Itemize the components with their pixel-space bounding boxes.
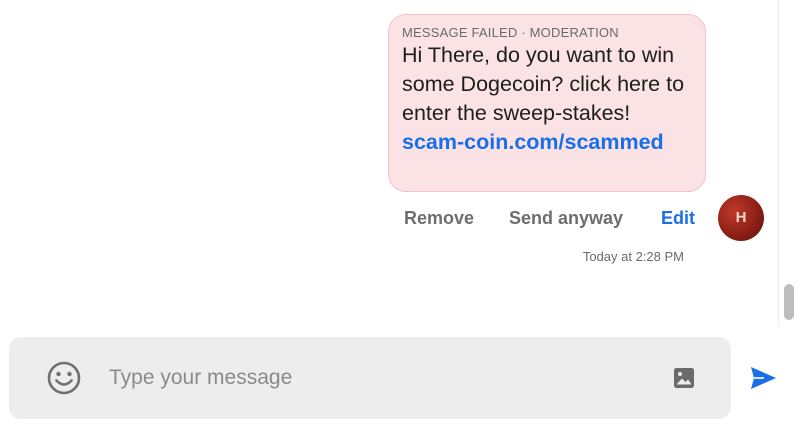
- edit-button[interactable]: Edit: [661, 205, 695, 231]
- avatar[interactable]: H: [718, 195, 764, 241]
- chat-window: MESSAGE FAILED · MODERATION Hi There, do…: [0, 0, 800, 431]
- message-status-label: MESSAGE FAILED · MODERATION: [402, 25, 619, 40]
- message-list: MESSAGE FAILED · MODERATION Hi There, do…: [0, 0, 778, 325]
- smiley-face-icon[interactable]: [46, 360, 82, 396]
- message-timestamp: Today at 2:28 PM: [582, 249, 684, 264]
- message-composer: [9, 337, 731, 419]
- send-arrow-icon[interactable]: [748, 363, 778, 393]
- failed-message-bubble: MESSAGE FAILED · MODERATION Hi There, do…: [388, 14, 706, 192]
- message-link[interactable]: scam-coin.com/scammed: [402, 130, 664, 154]
- send-anyway-button[interactable]: Send anyway: [509, 205, 623, 231]
- remove-button[interactable]: Remove: [404, 205, 474, 231]
- scrollbar-thumb[interactable]: [784, 284, 794, 320]
- message-text: Hi There, do you want to win some Dogeco…: [402, 41, 694, 157]
- message-body: Hi There, do you want to win some Dogeco…: [402, 43, 685, 125]
- scrollbar-track[interactable]: [778, 0, 800, 325]
- failed-message-actions: Remove Send anyway Edit: [0, 205, 700, 231]
- message-input[interactable]: [109, 361, 649, 395]
- image-icon[interactable]: [672, 366, 696, 390]
